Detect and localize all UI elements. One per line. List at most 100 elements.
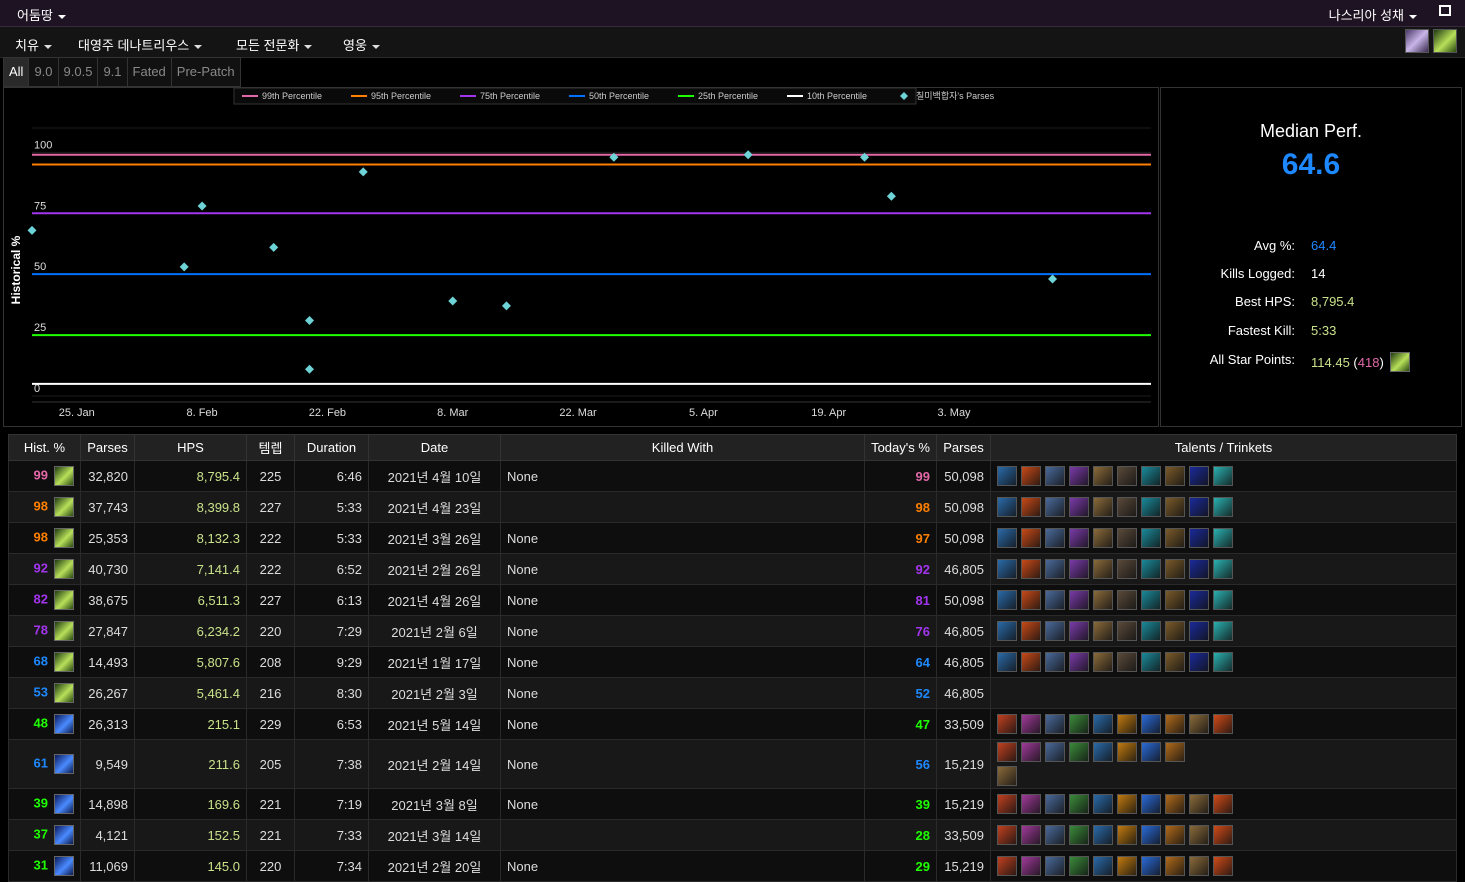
trinket-icon[interactable] — [1165, 590, 1185, 610]
spec-icon[interactable] — [54, 825, 74, 845]
talent-icon[interactable] — [1093, 825, 1113, 845]
talent-icon[interactable] — [1045, 856, 1065, 876]
talent-icon[interactable] — [1117, 652, 1137, 672]
talent-icon[interactable] — [1141, 825, 1161, 845]
trinket-icon[interactable] — [1213, 825, 1233, 845]
talent-icon[interactable] — [1045, 590, 1065, 610]
trinket-icon[interactable] — [997, 766, 1017, 786]
talent-icon[interactable] — [1021, 466, 1041, 486]
talent-icon[interactable] — [1045, 652, 1065, 672]
filter-boss[interactable]: 대영주 데나트리우스 — [78, 35, 203, 54]
talent-icon[interactable] — [1021, 528, 1041, 548]
trinket-icon[interactable] — [1165, 652, 1185, 672]
spec-icon[interactable] — [54, 621, 74, 641]
talent-icon[interactable] — [1045, 794, 1065, 814]
trinket-icon[interactable] — [1213, 466, 1233, 486]
trinket-icon[interactable] — [1165, 714, 1185, 734]
tab-patch[interactable]: 9.0 — [29, 57, 59, 87]
talent-icon[interactable] — [997, 794, 1017, 814]
trinket-icon[interactable] — [1213, 559, 1233, 579]
column-header[interactable]: Hist. % — [8, 434, 81, 461]
table-row[interactable]: 31 11,069 145.0 220 7:34 2021년 2월 20일 None 29 15… — [8, 850, 1457, 882]
talent-icon[interactable] — [1117, 590, 1137, 610]
column-header[interactable]: Killed With — [500, 434, 865, 461]
talent-icon[interactable] — [1117, 559, 1137, 579]
table-row[interactable]: 37 4,121 152.5 221 7:33 2021년 3월 14일 28 33,509 — [8, 819, 1457, 851]
talent-icon[interactable] — [1045, 714, 1065, 734]
filter-spec[interactable]: 모든 전문화 — [236, 35, 313, 54]
talent-icon[interactable] — [1069, 559, 1089, 579]
spec-icon[interactable] — [54, 683, 74, 703]
talent-icon[interactable] — [1093, 466, 1113, 486]
talent-icon[interactable] — [1117, 497, 1137, 517]
talent-icon[interactable] — [1045, 559, 1065, 579]
trinket-icon[interactable] — [1213, 856, 1233, 876]
tab-patch[interactable]: Fated — [127, 57, 172, 87]
column-header[interactable]: Parses — [80, 434, 135, 461]
trinket-icon[interactable] — [1189, 559, 1209, 579]
tab-all[interactable]: All — [3, 57, 30, 87]
talent-icon[interactable] — [1141, 621, 1161, 641]
trinket-icon[interactable] — [1165, 559, 1185, 579]
talent-icon[interactable] — [1021, 856, 1041, 876]
talent-icon[interactable] — [1117, 742, 1137, 762]
talent-icon[interactable] — [1117, 714, 1137, 734]
talent-icon[interactable] — [997, 714, 1017, 734]
talent-icon[interactable] — [1045, 742, 1065, 762]
spec-icon[interactable] — [54, 528, 74, 548]
talent-icon[interactable] — [1069, 466, 1089, 486]
talent-icon[interactable] — [1069, 714, 1089, 734]
trinket-icon[interactable] — [1189, 590, 1209, 610]
talent-icon[interactable] — [1069, 528, 1089, 548]
tab-patch[interactable]: 9.0.5 — [58, 57, 99, 87]
table-row[interactable]: 61 9,549 211.6 205 7:38 2021년 2월 14일 None 56 15,… — [8, 739, 1457, 789]
talent-icon[interactable] — [1021, 559, 1041, 579]
spec-icon[interactable] — [54, 590, 74, 610]
talent-icon[interactable] — [1117, 825, 1137, 845]
column-header[interactable]: 템렙 — [246, 434, 295, 461]
talent-icon[interactable] — [1045, 621, 1065, 641]
talent-icon[interactable] — [1117, 466, 1137, 486]
talent-icon[interactable] — [1069, 742, 1089, 762]
talent-icon[interactable] — [1021, 621, 1041, 641]
talent-icon[interactable] — [1021, 497, 1041, 517]
talent-icon[interactable] — [1117, 856, 1137, 876]
talent-icon[interactable] — [1069, 590, 1089, 610]
talent-icon[interactable] — [1141, 528, 1161, 548]
spec-icon[interactable] — [54, 652, 74, 672]
raid-selector[interactable]: 나스리아 성채 — [1329, 5, 1417, 24]
talent-icon[interactable] — [1045, 528, 1065, 548]
trinket-icon[interactable] — [1213, 621, 1233, 641]
talent-icon[interactable] — [997, 652, 1017, 672]
talent-icon[interactable] — [1093, 742, 1113, 762]
spec-icon[interactable] — [54, 754, 74, 774]
restore-window-icon[interactable] — [1439, 5, 1451, 16]
talent-icon[interactable] — [997, 856, 1017, 876]
trinket-icon[interactable] — [1165, 466, 1185, 486]
talent-icon[interactable] — [1069, 621, 1089, 641]
trinket-icon[interactable] — [1189, 621, 1209, 641]
trinket-icon[interactable] — [1165, 621, 1185, 641]
talent-icon[interactable] — [1069, 825, 1089, 845]
trinket-icon[interactable] — [1189, 825, 1209, 845]
talent-icon[interactable] — [1021, 714, 1041, 734]
filter-metric[interactable]: 치유 — [15, 35, 52, 54]
trinket-icon[interactable] — [1189, 856, 1209, 876]
table-row[interactable]: 48 26,313 215.1 229 6:53 2021년 5월 14일 None 47 33… — [8, 708, 1457, 740]
table-row[interactable]: 82 38,675 6,511.3 227 6:13 2021년 4월 26일 None 81… — [8, 584, 1457, 616]
spec-icon[interactable] — [54, 466, 74, 486]
trinket-icon[interactable] — [1213, 652, 1233, 672]
talent-icon[interactable] — [1069, 497, 1089, 517]
table-row[interactable]: 99 32,820 8,795.4 225 6:46 2021년 4월 10일 None 99… — [8, 460, 1457, 492]
talent-icon[interactable] — [1093, 794, 1113, 814]
trinket-icon[interactable] — [1165, 528, 1185, 548]
trinket-icon[interactable] — [1165, 742, 1185, 762]
talent-icon[interactable] — [1117, 794, 1137, 814]
talent-icon[interactable] — [1021, 825, 1041, 845]
talent-icon[interactable] — [1141, 466, 1161, 486]
table-row[interactable]: 53 26,267 5,461.4 216 8:30 2021년 2월 3일 None 52 4… — [8, 677, 1457, 709]
tab-patch[interactable]: Pre-Patch — [171, 57, 241, 87]
column-header[interactable]: HPS — [134, 434, 247, 461]
talent-icon[interactable] — [997, 825, 1017, 845]
column-header[interactable]: Today's % — [864, 434, 937, 461]
